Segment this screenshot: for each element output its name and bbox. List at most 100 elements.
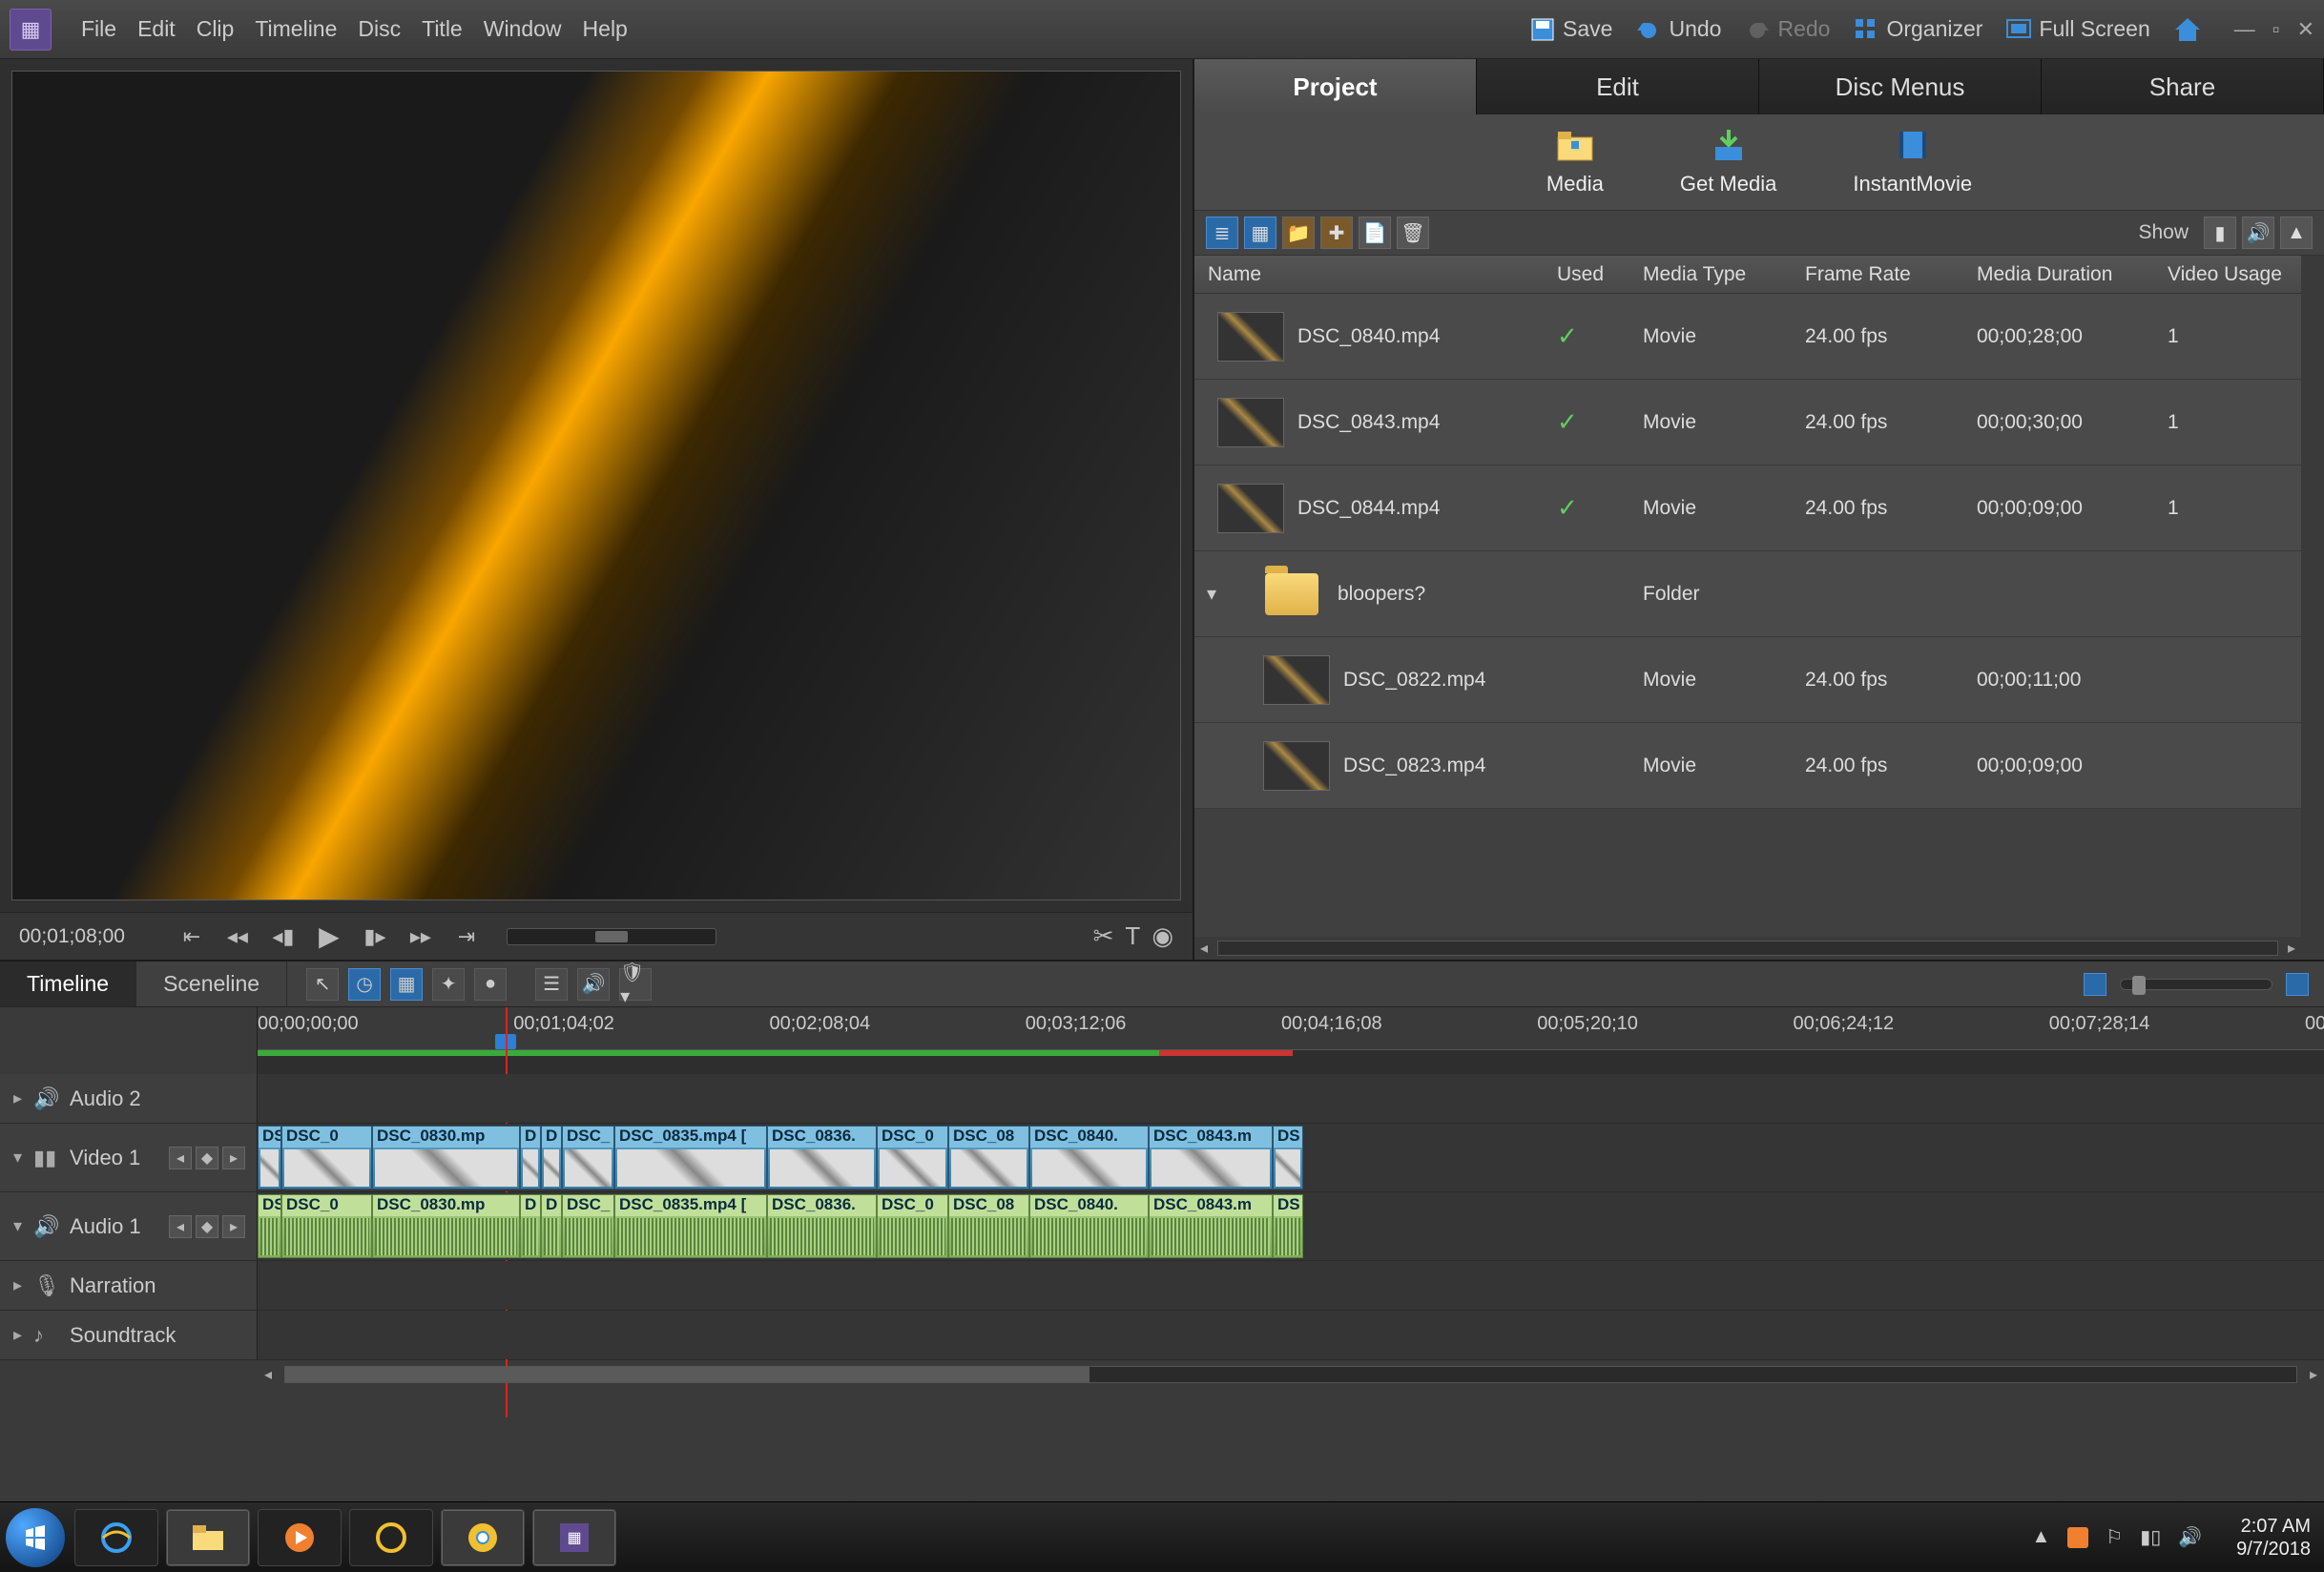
properties-icon[interactable]: 📄 (1359, 217, 1391, 249)
media-button[interactable]: Media (1546, 128, 1604, 196)
media-row[interactable]: DSC_0822.mp4 Movie 24.00 fps 00;00;11;00 (1194, 637, 2301, 723)
next-clip-icon[interactable]: ▸ (222, 1215, 245, 1238)
menu-timeline[interactable]: Timeline (244, 7, 347, 52)
taskbar-app-circle[interactable] (349, 1509, 433, 1566)
audio-clip[interactable]: D (520, 1194, 541, 1258)
audio-clip[interactable]: DSC_0835.mp4 [ (614, 1194, 767, 1258)
time-ruler[interactable]: 00;00;00;0000;01;04;0200;02;08;0400;03;1… (0, 1007, 2324, 1074)
tab-edit[interactable]: Edit (1477, 59, 1759, 114)
audio-mixer-icon[interactable]: 🔊 (577, 968, 610, 1001)
goto-out-button[interactable]: ⇥ (449, 920, 484, 954)
media-row[interactable]: DSC_0844.mp4 ✓ Movie 24.00 fps 00;00;09;… (1194, 465, 2301, 551)
taskbar-premiere-elements[interactable]: ▦ (532, 1509, 616, 1566)
menu-file[interactable]: File (71, 7, 127, 52)
media-row-folder[interactable]: ▾bloopers? Folder (1194, 551, 2301, 637)
filter-video-icon[interactable]: ▮ (2204, 217, 2236, 249)
tray-app-icon[interactable] (2067, 1527, 2088, 1548)
video-clip[interactable]: DS (1273, 1126, 1303, 1189)
video-clip[interactable]: D (520, 1126, 541, 1189)
fastfwd-button[interactable]: ▸▸ (404, 920, 438, 954)
monitor-video[interactable] (11, 71, 1181, 900)
step-back-button[interactable]: ◂▮ (266, 920, 301, 954)
media-vscroll[interactable] (2301, 256, 2324, 960)
close-button[interactable]: ✕ (2297, 17, 2314, 42)
media-row[interactable]: DSC_0823.mp4 Movie 24.00 fps 00;00;09;00 (1194, 723, 2301, 809)
tray-action-center-icon[interactable]: ⚐ (2106, 1525, 2123, 1549)
tab-project[interactable]: Project (1194, 59, 1477, 114)
organizer-button[interactable]: Organizer (1841, 10, 1994, 49)
start-button[interactable] (6, 1508, 65, 1567)
zoom-out-icon[interactable] (2084, 973, 2106, 996)
video-clip[interactable]: DS (258, 1126, 281, 1189)
new-folder-icon[interactable]: 📁 (1282, 217, 1315, 249)
video-clip[interactable]: DSC_ (562, 1126, 614, 1189)
media-row[interactable]: DSC_0840.mp4 ✓ Movie 24.00 fps 00;00;28;… (1194, 294, 2301, 380)
menu-window[interactable]: Window (473, 7, 572, 52)
video-clip[interactable]: DSC_0840. (1029, 1126, 1149, 1189)
next-clip-icon[interactable]: ▸ (222, 1147, 245, 1169)
audio-clip[interactable]: DSC_0 (281, 1194, 372, 1258)
audio-clip[interactable]: DS (1273, 1194, 1303, 1258)
zoom-in-icon[interactable] (2286, 973, 2309, 996)
tab-disc-menus[interactable]: Disc Menus (1759, 59, 2042, 114)
taskbar-explorer[interactable] (166, 1509, 250, 1566)
col-type[interactable]: Media Type (1643, 263, 1805, 286)
grid-view-icon[interactable]: ▦ (1244, 217, 1276, 249)
fullscreen-button[interactable]: Full Screen (1994, 10, 2161, 49)
goto-in-button[interactable]: ⇤ (175, 920, 209, 954)
audio-clip[interactable]: DSC_0840. (1029, 1194, 1149, 1258)
shuttle-slider[interactable] (507, 928, 716, 945)
step-fwd-button[interactable]: ▮▸ (358, 920, 392, 954)
beat-detect-icon[interactable]: ● (474, 968, 507, 1001)
video-clip[interactable]: D (541, 1126, 562, 1189)
video-clip[interactable]: DSC_0835.mp4 [ (614, 1126, 767, 1189)
instantmovie-button[interactable]: InstantMovie (1853, 128, 1972, 196)
audio-lane[interactable]: DSDSC_0DSC_0830.mpDDDSC_DSC_0835.mp4 [DS… (258, 1192, 2324, 1260)
tab-share[interactable]: Share (2042, 59, 2324, 114)
minimize-button[interactable]: — (2234, 17, 2255, 42)
new-item-icon[interactable]: ✚ (1320, 217, 1353, 249)
expand-arrow-icon[interactable]: ▾ (1200, 582, 1223, 606)
tray-volume-icon[interactable]: 🔊 (2178, 1525, 2202, 1549)
media-hscroll[interactable]: ◂▸ (1194, 937, 2301, 960)
audio-clip[interactable]: D (541, 1194, 562, 1258)
pointer-tool-icon[interactable]: ↖ (306, 968, 339, 1001)
audio-clip[interactable]: DSC_0830.mp (372, 1194, 520, 1258)
tab-timeline[interactable]: Timeline (0, 962, 136, 1006)
menu-edit[interactable]: Edit (127, 7, 186, 52)
maximize-button[interactable]: ▫ (2272, 17, 2280, 42)
prev-clip-icon[interactable]: ◂ (169, 1147, 192, 1169)
split-clip-icon[interactable]: ✂ (1093, 921, 1114, 951)
timeline-hscroll[interactable]: ◂▸ (0, 1360, 2324, 1389)
play-button[interactable]: ▶ (312, 920, 346, 954)
redo-button[interactable]: Redo (1733, 10, 1841, 49)
taskbar-chrome[interactable] (441, 1509, 525, 1566)
audio-clip[interactable]: DS (258, 1194, 281, 1258)
audio-clip[interactable]: DSC_0836. (767, 1194, 877, 1258)
audio-clip[interactable]: DSC_08 (948, 1194, 1029, 1258)
menu-help[interactable]: Help (572, 7, 638, 52)
properties-icon[interactable]: ▦ (390, 968, 423, 1001)
save-button[interactable]: Save (1518, 10, 1624, 49)
menu-clip[interactable]: Clip (186, 7, 245, 52)
list-view-icon[interactable]: ≣ (1206, 217, 1238, 249)
video-clip[interactable]: DSC_0836. (767, 1126, 877, 1189)
audio-clip[interactable]: DSC_0843.m (1149, 1194, 1273, 1258)
col-name[interactable]: Name (1194, 263, 1557, 286)
menu-title[interactable]: Title (411, 7, 473, 52)
media-row[interactable]: DSC_0843.mp4 ✓ Movie 24.00 fps 00;00;30;… (1194, 380, 2301, 465)
video-clip[interactable]: DSC_0830.mp (372, 1126, 520, 1189)
col-used[interactable]: Used (1557, 263, 1643, 286)
home-button[interactable] (2162, 10, 2211, 49)
smart-trim-icon[interactable]: ✦ (432, 968, 465, 1001)
prev-clip-icon[interactable]: ◂ (169, 1215, 192, 1238)
monitor-timecode[interactable]: 00;01;08;00 (19, 925, 125, 948)
menu-disc[interactable]: Disc (347, 7, 411, 52)
freeze-frame-icon[interactable]: ◉ (1152, 921, 1173, 951)
taskbar-ie[interactable] (74, 1509, 158, 1566)
undo-button[interactable]: Undo (1624, 10, 1733, 49)
time-stretch-icon[interactable]: ◷ (348, 968, 381, 1001)
audio-clip[interactable]: DSC_0 (877, 1194, 948, 1258)
audio-clip[interactable]: DSC_ (562, 1194, 614, 1258)
col-dur[interactable]: Media Duration (1977, 263, 2168, 286)
